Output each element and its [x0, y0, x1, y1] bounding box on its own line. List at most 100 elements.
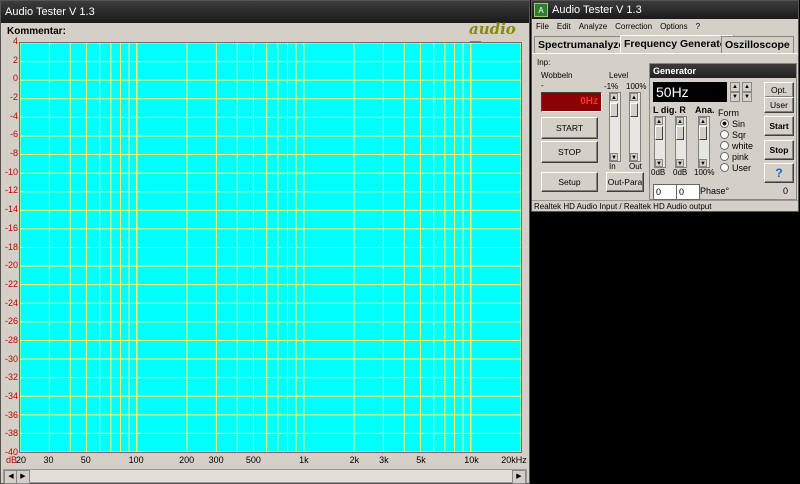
level-out-slider[interactable]: ▲ ▼ [629, 92, 641, 162]
form-radio-white[interactable]: white [720, 141, 753, 151]
scroll-right-icon[interactable]: ▶ [512, 470, 526, 484]
generator-box: Generator 50Hz ▲ ▼ ▲ ▼ Opt. User Start S… [649, 63, 797, 200]
generator-user-button[interactable]: User [764, 97, 794, 113]
freq-spin-fine[interactable]: ▲ ▼ [742, 82, 752, 102]
slider-thumb[interactable] [610, 103, 618, 117]
y-tick-label: -12 [4, 185, 18, 196]
wobbeln-start-button[interactable]: START [541, 117, 598, 139]
inp-label: Inp: [537, 58, 551, 67]
x-tick-label: 200 [179, 455, 195, 465]
slider-down-icon[interactable]: ▼ [610, 153, 618, 161]
setup-button[interactable]: Setup [541, 172, 598, 192]
y-tick-label: -30 [4, 353, 18, 364]
out-para-button[interactable]: Out-Para [606, 172, 644, 192]
menu-correction[interactable]: Correction [611, 20, 656, 34]
tab-oszilloscope[interactable]: Oszilloscope [721, 36, 794, 53]
y-tick-label: -36 [4, 409, 18, 420]
generator-help-button[interactable]: ? [764, 163, 794, 183]
slider-up-icon[interactable]: ▲ [630, 93, 638, 101]
spin-down-icon[interactable]: ▼ [730, 92, 740, 102]
menu-edit[interactable]: Edit [553, 20, 575, 34]
slider-thumb[interactable] [655, 126, 663, 140]
radio-icon [720, 163, 729, 172]
y-tick-label: -8 [9, 148, 18, 159]
level-max-label: 100% [626, 82, 647, 91]
spin-up-icon[interactable]: ▲ [730, 82, 740, 92]
left-db-label: 0dB [651, 168, 666, 177]
slider-thumb[interactable] [699, 126, 707, 140]
right-db-label: 0dB [673, 168, 688, 177]
right-number-field[interactable]: 0 [676, 184, 700, 200]
y-tick-label: -22 [4, 278, 18, 289]
frequency-plot[interactable] [19, 42, 522, 453]
form-radio-sin[interactable]: Sin [720, 119, 745, 129]
freq-spin-coarse[interactable]: ▲ ▼ [730, 82, 740, 102]
x-tick-label: 10k [464, 455, 479, 465]
tab-spectrumanalyzer[interactable]: Spectrumanalyzer [534, 36, 633, 53]
menu-options[interactable]: Options [656, 20, 692, 34]
y-tick-label: -18 [4, 241, 18, 252]
slider-down-icon[interactable]: ▼ [676, 159, 684, 167]
spin-up-icon[interactable]: ▲ [742, 82, 752, 92]
left-number-field[interactable]: 0 [653, 184, 677, 200]
radio-selected-icon [720, 119, 729, 128]
wobbeln-dash: - [541, 81, 544, 90]
generator-opt-button[interactable]: Opt. [764, 82, 794, 98]
y-tick-label: 0 [12, 73, 18, 84]
spin-down-icon[interactable]: ▼ [742, 92, 752, 102]
wobbeln-label: Wobbeln [541, 71, 573, 80]
generator-stop-button[interactable]: Stop [764, 140, 794, 160]
slider-thumb[interactable] [676, 126, 684, 140]
generator-frequency-display[interactable]: 50Hz [653, 82, 727, 102]
slider-up-icon[interactable]: ▲ [699, 117, 707, 125]
form-label: Form [718, 108, 739, 118]
y-tick-label: -28 [4, 334, 18, 345]
level-label: Level [609, 71, 629, 80]
slider-down-icon[interactable]: ▼ [699, 159, 707, 167]
slider-thumb[interactable] [630, 103, 638, 117]
tab-strip: Spectrumanalyzer Frequency Generator Osz… [532, 35, 798, 54]
form-radio-pink[interactable]: pink [720, 152, 749, 162]
y-tick-label: -20 [4, 260, 18, 271]
slider-down-icon[interactable]: ▼ [630, 153, 638, 161]
left-digital-slider[interactable]: ▲ ▼ [654, 116, 666, 168]
x-tick-label: 300 [208, 455, 224, 465]
form-option-label: white [732, 141, 754, 151]
horizontal-scrollbar[interactable]: ◀ ▶ ▶ [3, 469, 527, 484]
menu-bar: File Edit Analyze Correction Options? [532, 20, 798, 34]
x-tick-label: 3k [379, 455, 389, 465]
slider-up-icon[interactable]: ▲ [676, 117, 684, 125]
tester-title-bar[interactable]: Audio Tester V 1.3 [532, 1, 798, 19]
y-tick-label: -16 [4, 222, 18, 233]
analog-slider[interactable]: ▲ ▼ [698, 116, 710, 168]
generator-start-button[interactable]: Start [764, 116, 794, 136]
x-tick-label: 50 [80, 455, 91, 465]
form-radio-user[interactable]: User [720, 163, 751, 173]
y-tick-label: -26 [4, 316, 18, 327]
slider-up-icon[interactable]: ▲ [610, 93, 618, 101]
level-min-label: -1% [604, 82, 619, 91]
radio-icon [720, 130, 729, 139]
ana-percent-label: 100% [694, 168, 715, 177]
wobbeln-stop-button[interactable]: STOP [541, 141, 598, 163]
y-tick-label: -14 [4, 204, 18, 215]
menu-help[interactable]: ? [692, 20, 704, 34]
slider-down-icon[interactable]: ▼ [655, 159, 663, 167]
y-tick-label: -2 [9, 92, 18, 103]
slider-up-icon[interactable]: ▲ [655, 117, 663, 125]
form-option-label: User [732, 163, 752, 173]
scroll-right-small-icon[interactable]: ▶ [16, 470, 30, 484]
menu-file[interactable]: File [532, 20, 553, 34]
x-tick-label: 30 [43, 455, 54, 465]
tab-frequency-generator[interactable]: Frequency Generator [620, 35, 735, 54]
main-title-bar[interactable]: Audio Tester V 1.3 [1, 1, 529, 23]
main-window: Audio Tester V 1.3 Kommentar: audio T 42… [0, 0, 530, 484]
right-digital-slider[interactable]: ▲ ▼ [675, 116, 687, 168]
x-tick-label: 20kHz [501, 455, 527, 465]
l-dig-r-label: L dig. R [653, 105, 686, 115]
form-radio-sqr[interactable]: Sqr [720, 130, 746, 140]
y-tick-label: -4 [9, 110, 18, 121]
menu-analyze[interactable]: Analyze [575, 20, 611, 34]
x-tick-label: 2k [349, 455, 360, 465]
level-in-slider[interactable]: ▲ ▼ [609, 92, 621, 162]
